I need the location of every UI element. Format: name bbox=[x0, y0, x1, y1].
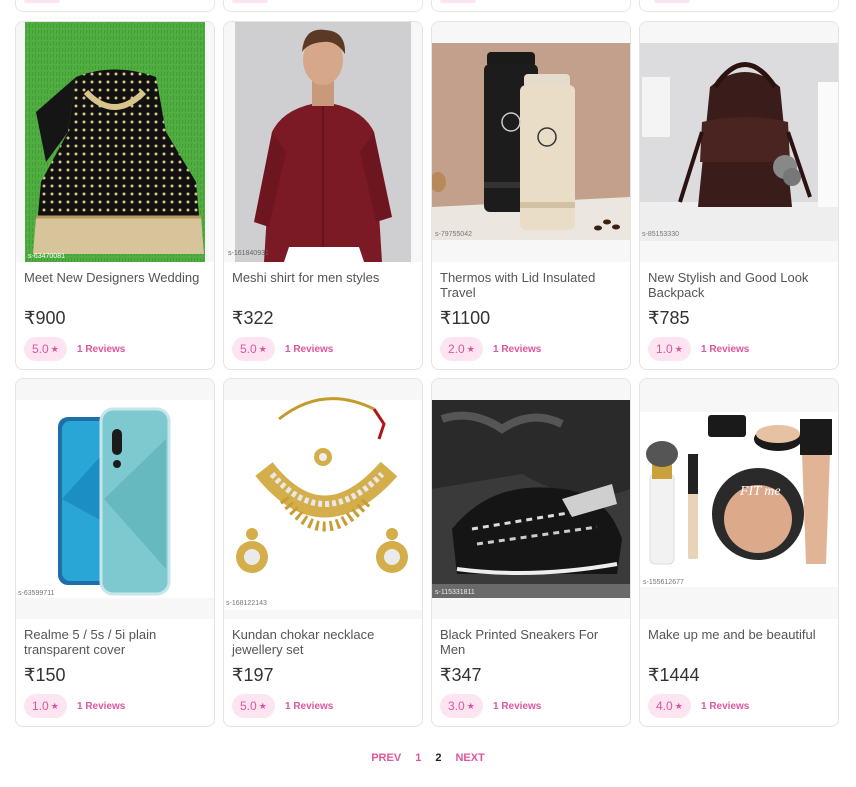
rating-badge: 4.0 ★ bbox=[648, 694, 691, 718]
product-title[interactable]: Thermos with Lid Insulated Travel bbox=[440, 270, 624, 300]
product-card[interactable]: s-161840931 Meshi shirt for men styles ₹… bbox=[223, 21, 423, 370]
product-card[interactable]: s-79755042 Thermos with Lid Insulated Tr… bbox=[431, 21, 631, 370]
rating-value: 5.0 bbox=[240, 342, 257, 356]
product-title[interactable]: Kundan chokar necklace jewellery set bbox=[232, 627, 416, 657]
product-image[interactable]: s-63470081 bbox=[16, 22, 214, 262]
rating-value: 1.0 bbox=[656, 342, 673, 356]
page-2-current[interactable]: 2 bbox=[435, 752, 441, 764]
product-price: ₹1100 bbox=[440, 308, 491, 328]
rating-badge: 5.0 ★ bbox=[232, 337, 275, 361]
rating-value: 2.0 bbox=[448, 342, 465, 356]
previous-row-cards bbox=[15, 0, 839, 12]
rating-value: 1.0 bbox=[32, 699, 49, 713]
product-title[interactable]: Meet New Designers Wedding bbox=[24, 270, 208, 285]
image-code: s-168122143 bbox=[226, 600, 267, 607]
reviews-count: 1 Reviews bbox=[701, 344, 750, 355]
reviews-count: 1 Reviews bbox=[285, 701, 334, 712]
product-card-partial[interactable] bbox=[15, 0, 215, 12]
rating-badge: 1.0 ★ bbox=[648, 337, 691, 361]
product-price: ₹197 bbox=[232, 665, 274, 685]
product-image[interactable]: FIT me s-155612677 bbox=[640, 379, 838, 619]
star-icon: ★ bbox=[466, 701, 475, 711]
product-card[interactable]: FIT me s-155612677 Make up me and be bea… bbox=[639, 378, 839, 727]
image-code: s-63470081 bbox=[28, 253, 65, 260]
rating-badge: 5.0 ★ bbox=[232, 694, 275, 718]
product-image[interactable]: s-115331811 bbox=[432, 379, 630, 619]
page-1-link[interactable]: 1 bbox=[415, 752, 421, 764]
rating-value: 5.0 bbox=[32, 342, 49, 356]
prev-page-link[interactable]: PREV bbox=[371, 752, 401, 764]
product-image[interactable]: s-63599711 bbox=[16, 379, 214, 619]
rating-badge: 2.0 ★ bbox=[440, 337, 483, 361]
product-price: ₹1444 bbox=[648, 665, 700, 685]
star-icon: ★ bbox=[50, 344, 59, 354]
product-card[interactable]: s-168122143 Kundan chokar necklace jewel… bbox=[223, 378, 423, 727]
product-title[interactable]: Make up me and be beautiful bbox=[648, 627, 832, 642]
product-title[interactable]: Realme 5 / 5s / 5i plain transparent cov… bbox=[24, 627, 208, 657]
product-image[interactable]: s-168122143 bbox=[224, 379, 422, 619]
product-price: ₹347 bbox=[440, 665, 482, 685]
next-page-link[interactable]: NEXT bbox=[455, 752, 484, 764]
product-price: ₹900 bbox=[24, 308, 66, 328]
product-card-partial[interactable] bbox=[223, 0, 423, 12]
product-card[interactable]: s-85153330 New Stylish and Good Look Bac… bbox=[639, 21, 839, 370]
reviews-count: 1 Reviews bbox=[493, 344, 542, 355]
rating-badge: 3.0 ★ bbox=[440, 694, 483, 718]
svg-text:FIT me: FIT me bbox=[739, 484, 781, 499]
pagination: PREV 1 2 NEXT bbox=[0, 752, 856, 764]
product-card-partial[interactable] bbox=[431, 0, 631, 12]
image-code: s-85153330 bbox=[642, 231, 679, 238]
rating-value: 4.0 bbox=[656, 699, 673, 713]
product-image[interactable]: s-79755042 bbox=[432, 22, 630, 262]
product-card[interactable]: s-63599711 Realme 5 / 5s / 5i plain tran… bbox=[15, 378, 215, 727]
product-price: ₹785 bbox=[648, 308, 690, 328]
reviews-count: 1 Reviews bbox=[77, 701, 126, 712]
product-price: ₹322 bbox=[232, 308, 274, 328]
star-icon: ★ bbox=[50, 701, 59, 711]
image-code: s-155612677 bbox=[643, 579, 684, 586]
product-image[interactable]: s-161840931 bbox=[224, 22, 422, 262]
product-title[interactable]: New Stylish and Good Look Backpack bbox=[648, 270, 832, 300]
product-card[interactable]: s-63470081 Meet New Designers Wedding ₹9… bbox=[15, 21, 215, 370]
star-icon: ★ bbox=[674, 701, 683, 711]
star-icon: ★ bbox=[466, 344, 475, 354]
image-code: s-79755042 bbox=[435, 231, 472, 238]
product-card-partial[interactable] bbox=[639, 0, 839, 12]
reviews-count: 1 Reviews bbox=[77, 344, 126, 355]
product-title[interactable]: Meshi shirt for men styles bbox=[232, 270, 416, 285]
rating-value: 3.0 bbox=[448, 699, 465, 713]
product-title[interactable]: Black Printed Sneakers For Men bbox=[440, 627, 624, 657]
star-icon: ★ bbox=[258, 344, 267, 354]
rating-value: 5.0 bbox=[240, 699, 257, 713]
product-price: ₹150 bbox=[24, 665, 66, 685]
reviews-count: 1 Reviews bbox=[493, 701, 542, 712]
image-code: s-115331811 bbox=[435, 589, 475, 596]
image-code: s-161840931 bbox=[228, 250, 269, 257]
reviews-count: 1 Reviews bbox=[285, 344, 334, 355]
product-image[interactable]: s-85153330 bbox=[640, 22, 838, 262]
rating-badge: 1.0 ★ bbox=[24, 694, 67, 718]
image-code: s-63599711 bbox=[18, 590, 55, 597]
star-icon: ★ bbox=[674, 344, 683, 354]
rating-badge: 5.0 ★ bbox=[24, 337, 67, 361]
product-card[interactable]: s-115331811 Black Printed Sneakers For M… bbox=[431, 378, 631, 727]
star-icon: ★ bbox=[258, 701, 267, 711]
reviews-count: 1 Reviews bbox=[701, 701, 750, 712]
